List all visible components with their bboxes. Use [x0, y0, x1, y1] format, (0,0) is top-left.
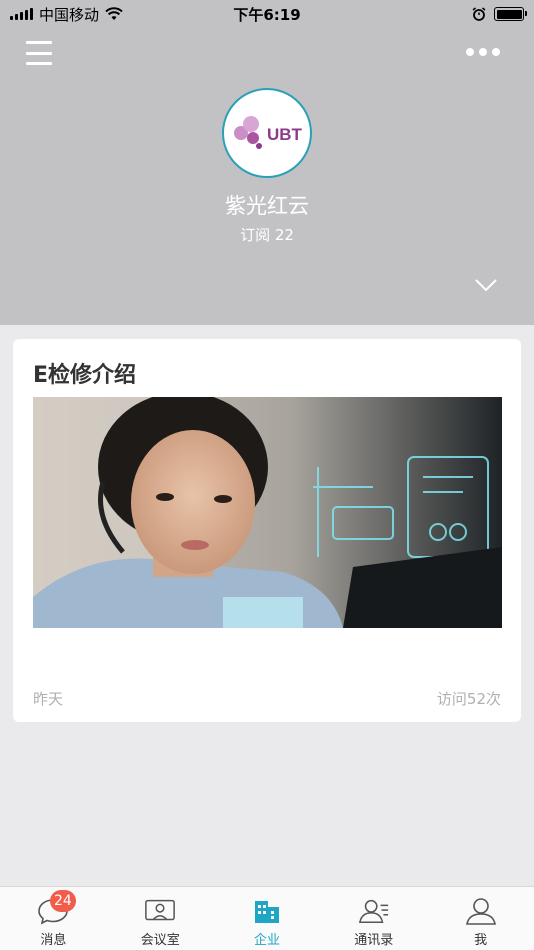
- enterprise-icon: [251, 896, 283, 926]
- tab-meeting-room[interactable]: 会议室: [107, 887, 214, 950]
- tab-enterprise[interactable]: 企业: [214, 887, 321, 950]
- article-visits: 访问52次: [436, 690, 501, 708]
- alarm-icon: [472, 7, 486, 21]
- bottom-tab-bar: 24 消息 会议室 企业 通讯录 我: [0, 886, 534, 950]
- battery-icon: [494, 7, 527, 21]
- ubt-logo-icon: UBT: [234, 116, 303, 149]
- contacts-icon: [358, 896, 390, 926]
- signal-icon: [10, 8, 33, 20]
- wifi-icon: [105, 7, 123, 20]
- article-date: 昨天: [33, 690, 64, 708]
- menu-icon[interactable]: [26, 40, 52, 66]
- tab-label: 消息: [40, 933, 67, 948]
- tab-label: 企业: [253, 933, 280, 948]
- carrier-name: 中国移动: [39, 5, 100, 24]
- meeting-room-icon: [144, 896, 176, 926]
- article-card[interactable]: E检修介绍 昨天 访问52次: [13, 339, 521, 722]
- unread-badge: 24: [50, 890, 76, 912]
- tab-messages[interactable]: 24 消息: [0, 887, 107, 950]
- tab-label: 通讯录: [354, 933, 394, 948]
- tab-contacts[interactable]: 通讯录: [320, 887, 427, 950]
- tab-profile[interactable]: 我: [427, 887, 534, 950]
- subscribe-count: 订阅 22: [240, 226, 294, 244]
- company-name: 紫光红云: [225, 194, 309, 218]
- chevron-down-icon[interactable]: [474, 277, 498, 297]
- status-bar: 中国移动 下午6:19: [0, 0, 534, 28]
- more-options-icon[interactable]: [466, 48, 500, 56]
- tab-label: 会议室: [140, 933, 180, 948]
- tab-label: 我: [474, 933, 488, 948]
- article-title: E检修介绍: [33, 363, 137, 388]
- company-header: UBT 紫光红云 订阅 22: [0, 0, 534, 325]
- company-logo[interactable]: UBT: [222, 88, 312, 178]
- article-cover-image: [33, 397, 502, 628]
- status-time: 下午6:19: [233, 5, 301, 24]
- logo-text: UBT: [267, 125, 303, 144]
- profile-icon: [465, 896, 497, 926]
